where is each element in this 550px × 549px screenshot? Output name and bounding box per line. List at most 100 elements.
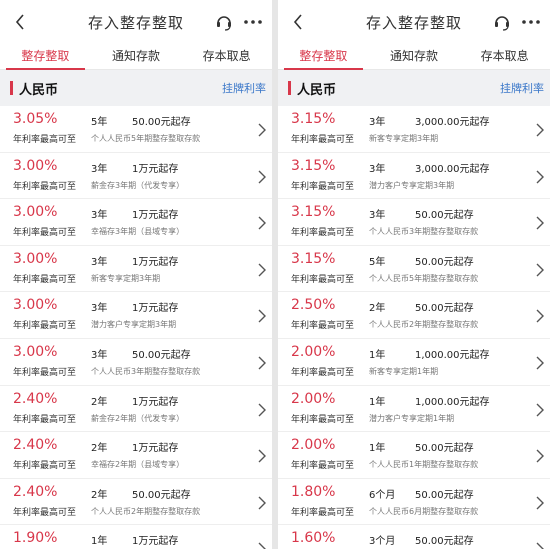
term-value: 6个月 (369, 489, 396, 501)
deposit-product-row[interactable]: 2.00% 年利率最高可至 1年 1,000.00元起存 新客专享定期1年期 (278, 339, 550, 386)
deposit-product-row[interactable]: 3.15% 年利率最高可至 3年 50.00元起存 个人人民币3年期整存整取存款 (278, 199, 550, 246)
product-description: 潜力客户专享定期1年期 (369, 413, 455, 423)
deposit-product-row[interactable]: 2.40% 年利率最高可至 2年 50.00元起存 个人人民币2年期整存整取存款 (0, 479, 272, 526)
rate-caption: 年利率最高可至 (291, 135, 355, 145)
rate-caption: 年利率最高可至 (13, 321, 77, 332)
deposit-product-row[interactable]: 3.00% 年利率最高可至 3年 1万元起存 薪金存3年期（代发专享） (0, 153, 272, 200)
minimum-deposit: 1万元起存 (132, 536, 179, 548)
chevron-right-icon (258, 402, 266, 417)
customer-service-icon[interactable] (492, 12, 512, 32)
back-arrow-icon[interactable] (10, 11, 30, 33)
chevron-right-icon (258, 355, 266, 370)
rate-value: 2.50% (291, 297, 336, 314)
rate-value: 1.60% (291, 530, 336, 547)
chevron-right-icon (536, 448, 544, 463)
deposit-product-row[interactable]: 2.40% 年利率最高可至 2年 1万元起存 薪金存2年期（代发专享） (0, 386, 272, 433)
more-icon[interactable] (520, 12, 542, 32)
minimum-deposit: 1万元起存 (132, 443, 179, 455)
rate-caption: 年利率最高可至 (13, 461, 77, 472)
chevron-right-icon (258, 122, 266, 137)
rate-value: 1.80% (291, 483, 336, 500)
deposit-product-row[interactable]: 2.00% 年利率最高可至 1年 1,000.00元起存 潜力客户专享定期1年期 (278, 386, 550, 433)
rate-caption: 年利率最高可至 (291, 181, 355, 192)
rate-caption: 年利率最高可至 (291, 321, 355, 332)
term-value: 1年 (369, 443, 386, 455)
chevron-right-icon (536, 355, 544, 370)
chevron-right-icon (258, 541, 266, 549)
chevron-right-icon (258, 448, 266, 463)
deposit-product-row[interactable]: 1.90%年利率最高可至1年1万元起存 (0, 525, 272, 549)
product-description: 个人人民币2年期整存整取存款 (91, 506, 201, 516)
rate-caption: 年利率最高可至 (291, 367, 355, 378)
section-header: 人民币 挂牌利率 (278, 70, 550, 106)
term-value: 1年 (369, 349, 386, 361)
chevron-right-icon (536, 262, 544, 277)
listed-rates-link[interactable]: 挂牌利率 (222, 80, 266, 96)
term-value: 3年 (91, 163, 108, 175)
section-header: 人民币 挂牌利率 (0, 70, 272, 106)
minimum-deposit: 50.00元起存 (415, 443, 474, 455)
term-value: 3个月 (369, 536, 396, 548)
term-value: 5年 (91, 117, 108, 128)
minimum-deposit: 50.00元起存 (415, 210, 474, 222)
minimum-deposit: 1万元起存 (132, 303, 179, 315)
minimum-deposit: 50.00元起存 (415, 256, 474, 268)
deposit-product-row[interactable]: 2.50% 年利率最高可至 2年 50.00元起存 个人人民币2年期整存整取存款 (278, 292, 550, 339)
chevron-right-icon (258, 495, 266, 510)
deposit-product-row[interactable]: 3.00% 年利率最高可至 3年 1万元起存潜力客户专享定期3年期 (0, 292, 272, 339)
chevron-right-icon (536, 495, 544, 510)
rate-value: 3.00% (13, 297, 58, 314)
term-value: 3年 (369, 117, 386, 128)
tab-interest-withdrawal[interactable]: 存本取息 (181, 44, 272, 69)
currency-label: 人民币 (19, 82, 59, 98)
product-description: 个人人民币3年期整存整取存款 (369, 227, 479, 237)
rate-value: 3.00% (13, 250, 58, 267)
deposit-product-row[interactable]: 3.15% 年利率最高可至 3年 3,000.00元起存新客专享定期3年期 (278, 106, 550, 153)
product-description: 新客专享定期1年期 (369, 366, 439, 376)
deposit-product-row[interactable]: 2.00% 年利率最高可至 1年 50.00元起存 个人人民币1年期整存整取存款 (278, 432, 550, 479)
product-description: 潜力客户专享定期3年期 (91, 320, 177, 330)
deposit-product-row[interactable]: 3.15% 年利率最高可至 5年 50.00元起存 个人人民币5年期整存整取存款 (278, 246, 550, 293)
minimum-deposit: 1万元起存 (132, 163, 179, 175)
deposit-product-row[interactable]: 3.00% 年利率最高可至 3年 1万元起存 幸福存3年期（县域专享） (0, 199, 272, 246)
minimum-deposit: 3,000.00元起存 (415, 117, 490, 128)
product-list: 3.15% 年利率最高可至 3年 3,000.00元起存 新客专享定期3年期 3.15% 年… (278, 106, 550, 549)
deposit-product-row[interactable]: 2.40% 年利率最高可至 2年 1万元起存 幸福存2年期（县域专享） (0, 432, 272, 479)
tab-notice-deposit[interactable]: 通知存款 (91, 44, 182, 69)
chevron-right-icon (536, 402, 544, 417)
more-icon[interactable] (242, 12, 264, 32)
deposit-product-row[interactable]: 3.00% 年利率最高可至 3年 50.00元起存 个人人民币3年期整存整取存款 (0, 339, 272, 386)
tab-notice-deposit[interactable]: 通知存款 (369, 44, 460, 69)
rate-value: 3.00% (13, 157, 58, 174)
tab-lump-sum[interactable]: 整存整取 (278, 44, 369, 70)
tab-interest-withdrawal[interactable]: 存本取息 (459, 44, 550, 69)
rate-caption: 年利率最高可至 (291, 507, 355, 518)
term-value: 3年 (91, 303, 108, 315)
listed-rates-link[interactable]: 挂牌利率 (500, 80, 544, 96)
chevron-right-icon (258, 215, 266, 230)
rate-caption: 年利率最高可至 (291, 461, 355, 472)
customer-service-icon[interactable] (214, 12, 234, 32)
tab-lump-sum[interactable]: 整存整取 (0, 44, 91, 70)
back-arrow-icon[interactable] (288, 11, 308, 33)
rate-caption: 年利率最高可至 (291, 228, 355, 239)
rate-value: 3.00% (13, 343, 58, 360)
rate-value: 2.00% (291, 390, 336, 407)
deposit-product-row[interactable]: 3.15% 年利率最高可至 3年 3,000.00元起存 潜力客户专享定期3年期 (278, 153, 550, 200)
product-description: 新客专享定期3年期 (91, 273, 161, 283)
deposit-product-row[interactable]: 3.05% 年利率最高可至 5年 50.00元起存 个人人民币5年期整存整取存款 (0, 106, 272, 153)
chevron-right-icon (258, 308, 266, 323)
deposit-product-row[interactable]: 3.00% 年利率最高可至 3年 1万元起存 新客专享定期3年期 (0, 246, 272, 293)
rate-caption: 年利率最高可至 (13, 228, 77, 239)
product-description: 个人人民币2年期整存整取存款 (369, 320, 479, 330)
chevron-right-icon (536, 308, 544, 323)
deposit-product-row[interactable]: 1.60%年利率最高可至3个月50.00元起存 (278, 525, 550, 549)
rate-value: 3.15% (291, 111, 336, 127)
product-description: 个人人民币5年期整存整取存款 (91, 134, 201, 143)
minimum-deposit: 50.00元起存 (132, 489, 191, 501)
chevron-right-icon (258, 262, 266, 277)
product-description: 个人人民币3年期整存整取存款 (91, 366, 201, 376)
deposit-product-row[interactable]: 1.80% 年利率最高可至 6个月 50.00元起存 个人人民币6月期整存整取存款 (278, 479, 550, 526)
chevron-right-icon (536, 215, 544, 230)
product-description: 新客专享定期3年期 (369, 134, 439, 143)
